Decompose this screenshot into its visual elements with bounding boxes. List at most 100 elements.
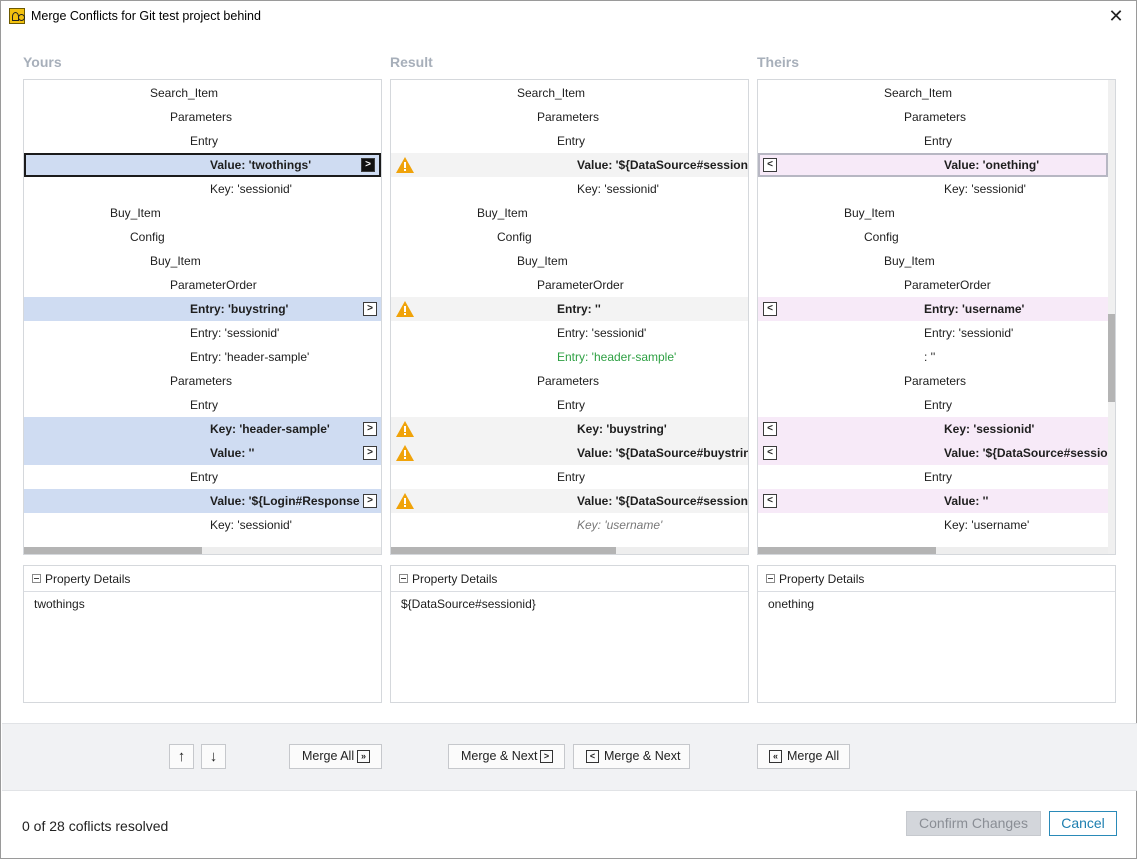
tree-row[interactable]: Entry (758, 465, 1108, 489)
close-icon[interactable]: ✕ (1104, 4, 1128, 28)
tree-row[interactable]: Entry: 'header-sample' (24, 345, 381, 369)
tree-row[interactable]: Entry (391, 465, 748, 489)
yours-tree[interactable]: Search_Item Parameters Entry Value: 'two… (23, 79, 382, 555)
tree-row[interactable]: Search_Item (24, 81, 381, 105)
merge-all-theirs-button[interactable]: « Merge All (757, 744, 850, 769)
tree-node-label: Entry (924, 470, 953, 484)
warning-icon (396, 301, 414, 317)
horizontal-scrollbar[interactable] (391, 547, 748, 554)
tree-row[interactable]: Entry: 'sessionid' (391, 321, 748, 345)
horizontal-scrollbar[interactable] (24, 547, 381, 554)
tree-row-conflict[interactable]: < Key: 'sessionid' (758, 417, 1108, 441)
scrollbar-thumb[interactable] (24, 547, 202, 554)
tree-row[interactable]: : '' (758, 345, 1108, 369)
tree-row-conflict[interactable]: Value: '${DataSource#sessionid (391, 489, 748, 513)
tree-row[interactable]: Search_Item (758, 81, 1108, 105)
tree-node-label: Value: '${DataSource#buystring (577, 446, 749, 460)
scrollbar-thumb[interactable] (1108, 314, 1115, 402)
tree-row[interactable]: Buy_Item (758, 201, 1108, 225)
tree-row[interactable]: Parameters (24, 369, 381, 393)
chevron-left-icon[interactable]: < (763, 158, 777, 172)
tree-row[interactable]: Parameters (391, 105, 748, 129)
tree-row-conflict-selected[interactable]: < Value: 'onething' (758, 153, 1108, 177)
chevron-right-icon[interactable]: > (363, 302, 377, 316)
vertical-scrollbar[interactable] (1108, 80, 1115, 554)
tree-row[interactable]: Key: 'username' (758, 513, 1108, 537)
tree-row-conflict[interactable]: < Value: '${DataSource#session (758, 441, 1115, 465)
merge-next-yours-button[interactable]: Merge & Next > (448, 744, 565, 769)
tree-row[interactable]: Entry (391, 393, 748, 417)
tree-row[interactable]: Parameters (758, 369, 1108, 393)
tree-row-conflict[interactable]: < Entry: 'username' (758, 297, 1108, 321)
tree-row[interactable]: Key: 'username' (391, 513, 748, 537)
tree-row-conflict[interactable]: Key: 'buystring' (391, 417, 748, 441)
theirs-tree[interactable]: Search_Item Parameters Entry < Value: 'on… (757, 79, 1116, 555)
chevron-right-icon[interactable]: > (363, 494, 377, 508)
tree-row[interactable]: Entry (24, 393, 381, 417)
tree-row[interactable]: Buy_Item (391, 249, 748, 273)
result-tree[interactable]: Search_Item Parameters Entry Value: '${D… (390, 79, 749, 555)
scrollbar-thumb[interactable] (758, 547, 936, 554)
tree-row[interactable]: ParameterOrder (758, 273, 1108, 297)
tree-row-conflict[interactable]: Value: '${Login#Response# > (24, 489, 381, 513)
property-details-header[interactable]: Property Details (758, 566, 1115, 592)
tree-row-conflict[interactable]: < Value: '' (758, 489, 1108, 513)
tree-row-conflict-selected[interactable]: Value: 'twothings' > (24, 153, 381, 177)
tree-row[interactable]: Search_Item (391, 81, 748, 105)
tree-row[interactable]: Buy_Item (24, 201, 381, 225)
chevron-left-icon[interactable]: < (763, 446, 777, 460)
tree-row[interactable]: Config (391, 225, 748, 249)
merge-next-theirs-button[interactable]: < Merge & Next (573, 744, 690, 769)
tree-row[interactable]: Buy_Item (24, 249, 381, 273)
tree-row[interactable]: Buy_Item (758, 249, 1108, 273)
property-value[interactable]: ${DataSource#sessionid} (401, 597, 536, 611)
arrow-down-icon[interactable]: ↓ (201, 744, 226, 769)
tree-row[interactable]: Entry (24, 465, 381, 489)
tree-row[interactable]: Config (24, 225, 381, 249)
tree-row[interactable]: Entry: 'sessionid' (24, 321, 381, 345)
arrow-up-icon[interactable]: ↑ (169, 744, 194, 769)
chevron-left-icon: < (586, 750, 599, 763)
chevron-left-icon[interactable]: < (763, 302, 777, 316)
merge-all-yours-button[interactable]: Merge All » (289, 744, 382, 769)
collapse-icon[interactable] (399, 574, 408, 583)
tree-row-conflict[interactable]: Value: '' > (24, 441, 381, 465)
confirm-changes-button[interactable]: Confirm Changes (906, 811, 1041, 836)
chevron-right-icon[interactable]: > (363, 422, 377, 436)
tree-row-conflict[interactable]: Value: '${DataSource#sessionid (391, 153, 748, 177)
tree-row[interactable]: Key: 'sessionid' (391, 177, 748, 201)
tree-row[interactable]: ParameterOrder (24, 273, 381, 297)
collapse-icon[interactable] (766, 574, 775, 583)
collapse-icon[interactable] (32, 574, 41, 583)
chevron-left-icon[interactable]: < (763, 494, 777, 508)
tree-row-conflict[interactable]: Key: 'header-sample' > (24, 417, 381, 441)
property-details-header[interactable]: Property Details (24, 566, 381, 592)
tree-node-label: Key: 'sessionid' (210, 182, 292, 196)
tree-row-conflict[interactable]: Entry: '' (391, 297, 748, 321)
horizontal-scrollbar[interactable] (758, 547, 1108, 554)
tree-row[interactable]: Parameters (24, 105, 381, 129)
chevron-left-icon[interactable]: < (763, 422, 777, 436)
tree-row-conflict[interactable]: Value: '${DataSource#buystring (391, 441, 748, 465)
chevron-right-icon[interactable]: > (361, 158, 375, 172)
tree-row-conflict[interactable]: Entry: 'buystring' > (24, 297, 381, 321)
tree-row[interactable]: Entry (758, 129, 1108, 153)
tree-row[interactable]: Parameters (758, 105, 1108, 129)
chevron-right-icon[interactable]: > (363, 446, 377, 460)
tree-row[interactable]: Parameters (391, 369, 748, 393)
tree-row[interactable]: Entry (758, 393, 1108, 417)
tree-row-added[interactable]: Entry: 'header-sample' (391, 345, 748, 369)
tree-row[interactable]: Key: 'sessionid' (24, 513, 381, 537)
tree-row[interactable]: Key: 'sessionid' (758, 177, 1108, 201)
tree-row[interactable]: Entry (24, 129, 381, 153)
tree-node-label: Buy_Item (517, 254, 568, 268)
tree-row[interactable]: Entry: 'sessionid' (758, 321, 1108, 345)
tree-row[interactable]: Buy_Item (391, 201, 748, 225)
tree-row[interactable]: Key: 'sessionid' (24, 177, 381, 201)
property-details-header[interactable]: Property Details (391, 566, 748, 592)
scrollbar-thumb[interactable] (391, 547, 616, 554)
tree-row[interactable]: Config (758, 225, 1108, 249)
tree-row[interactable]: ParameterOrder (391, 273, 748, 297)
cancel-button[interactable]: Cancel (1049, 811, 1117, 836)
tree-row[interactable]: Entry (391, 129, 748, 153)
